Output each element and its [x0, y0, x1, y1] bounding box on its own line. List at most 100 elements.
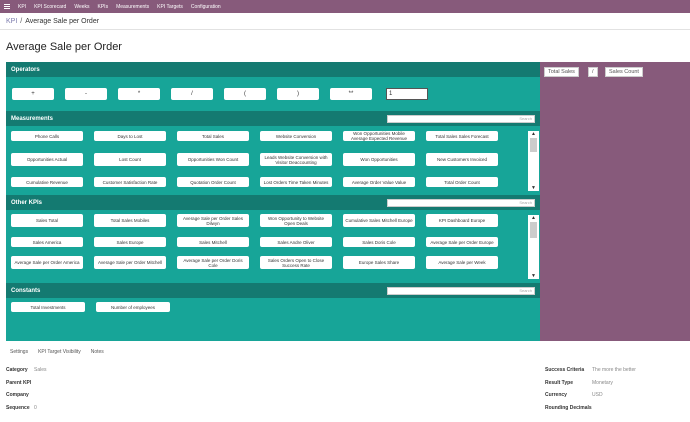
kpi-chip[interactable]: Sales Orders Open to Close Success Rate	[260, 256, 332, 269]
field-value[interactable]: 0	[34, 405, 37, 411]
nav-configuration[interactable]: Configuration	[191, 4, 221, 10]
app-name[interactable]: KPI	[18, 4, 26, 10]
field-parent-kpi: Parent KPI	[6, 380, 31, 386]
breadcrumb: KPI / Average Sale per Order	[0, 13, 690, 30]
measurements-scrollbar[interactable]: ▲ ▼	[528, 131, 539, 191]
measurement-chip[interactable]: Phone Calls	[11, 131, 83, 141]
measurement-chip[interactable]: Days to Lost	[94, 131, 166, 141]
operators-header: Operators	[6, 62, 540, 77]
breadcrumb-current: Average Sale per Order	[25, 17, 100, 25]
measurements-header: Measurements Search	[6, 111, 540, 126]
constant-chip[interactable]: Number of employees	[96, 302, 170, 312]
kpi-chip[interactable]: Sales Europe	[94, 237, 166, 247]
kpi-chip[interactable]: Average Sale per Order Europe	[426, 237, 498, 247]
measurement-chip[interactable]: Average Order Value Value	[343, 177, 415, 187]
kpi-chip[interactable]: Average Sale per Order Mitchell	[94, 256, 166, 269]
kpi-chip[interactable]: Sales Total	[11, 214, 83, 227]
measurement-chip[interactable]: Cumulative Revenue	[11, 177, 83, 187]
field-value[interactable]: Sales	[34, 367, 47, 373]
constants-search-input[interactable]: Search	[387, 286, 535, 295]
field-label: Category	[6, 367, 28, 373]
measurements-label: Measurements	[11, 115, 54, 122]
nav-kpi-scorecard[interactable]: KPI Scorecard	[34, 4, 66, 10]
nav-kpi-targets[interactable]: KPI Targets	[157, 4, 183, 10]
scroll-up-icon[interactable]: ▲	[528, 215, 539, 221]
formula-token-right[interactable]: Sales Count	[605, 67, 643, 77]
measurement-chip[interactable]: Quotation Order Count	[177, 177, 249, 187]
field-category: Category Sales	[6, 367, 47, 373]
scroll-thumb[interactable]	[530, 138, 537, 152]
kpi-chip[interactable]: Won Opportunity to Website Open Deals	[260, 214, 332, 227]
kpi-chip[interactable]: Sales America	[11, 237, 83, 247]
measurement-chip[interactable]: Leads Website Conversion with Visitor De…	[260, 153, 332, 166]
field-label: Company	[6, 392, 29, 398]
number-input[interactable]: 1	[386, 88, 428, 100]
field-label: Parent KPI	[6, 380, 32, 386]
operators-label: Operators	[11, 66, 40, 73]
nav-kpis[interactable]: KPIs	[98, 4, 109, 10]
measurement-chip[interactable]: Customer Satisfaction Rate	[94, 177, 166, 187]
field-label: Result Type	[545, 380, 573, 386]
measurement-chip[interactable]: Total Sales Sales Forecast	[426, 131, 498, 141]
kpi-chip[interactable]: Europe Sales Share	[343, 256, 415, 269]
kpi-chip[interactable]: Average Sale per Order America	[11, 256, 83, 269]
measurements-search-input[interactable]: Search	[387, 114, 535, 123]
tab-settings[interactable]: Settings	[10, 349, 28, 355]
scroll-up-icon[interactable]: ▲	[528, 131, 539, 137]
field-value[interactable]: Monetary	[592, 380, 613, 386]
kpi-chip[interactable]: Average Sale per Order Doris Cole	[177, 256, 249, 269]
operator-plus-button[interactable]: +	[12, 88, 54, 100]
formula-token-operator[interactable]: /	[588, 67, 598, 77]
kpi-chip[interactable]: Sales Doris Cole	[343, 237, 415, 247]
kpi-chip[interactable]: Sales Mitchell	[177, 237, 249, 247]
field-label: Currency	[545, 392, 567, 398]
measurement-chip[interactable]: Won Opportunities	[343, 153, 415, 166]
operators-row: + - * / ( ) ** 1	[6, 77, 540, 111]
measurement-chip[interactable]: Lost Count	[94, 153, 166, 166]
field-value[interactable]: The more the better	[592, 367, 636, 373]
field-label: Sequence	[6, 405, 30, 411]
kpi-chip[interactable]: Average Sale per Week	[426, 256, 498, 269]
measurement-chip[interactable]: Total Order Count	[426, 177, 498, 187]
measurement-chip[interactable]: Opportunities Actual	[11, 153, 83, 166]
constant-chip[interactable]: Total Investments	[11, 302, 85, 312]
kpi-chip[interactable]: Average Sale per Order Sales Dilwyn	[177, 214, 249, 227]
operator-close-paren-button[interactable]: )	[277, 88, 319, 100]
measurement-chip[interactable]: Won Opportunities Mobile Average Expecte…	[343, 131, 415, 141]
tab-kpi-target-visibility[interactable]: KPI Target Visibility	[38, 349, 81, 355]
other-kpis-header: Other KPIs Search	[6, 195, 540, 210]
menu-toggle-icon[interactable]	[4, 4, 10, 9]
breadcrumb-separator: /	[20, 17, 23, 25]
field-label: Rounding Decimals	[545, 405, 592, 411]
field-value[interactable]: USD	[592, 392, 603, 398]
kpi-chip[interactable]: KPI Dashboard Europe	[426, 214, 498, 227]
other-kpis-search-input[interactable]: Search	[387, 198, 535, 207]
operator-minus-button[interactable]: -	[65, 88, 107, 100]
measurement-chip[interactable]: New Customers Invoiced	[426, 153, 498, 166]
constants-grid: Total Investments Number of employees	[6, 298, 540, 328]
operator-multiply-button[interactable]: *	[118, 88, 160, 100]
scroll-thumb[interactable]	[530, 222, 537, 238]
top-navbar: KPI KPI Scorecard Weeks KPIs Measurement…	[0, 0, 690, 13]
scroll-down-icon[interactable]: ▼	[528, 273, 539, 279]
kpi-chip[interactable]: Cumulative Sales Mitchell Europe	[343, 214, 415, 227]
breadcrumb-parent[interactable]: KPI	[6, 18, 17, 25]
measurement-chip[interactable]: Website Conversion	[260, 131, 332, 141]
operator-open-paren-button[interactable]: (	[224, 88, 266, 100]
measurement-chip[interactable]: Total Sales	[177, 131, 249, 141]
tab-notes[interactable]: Notes	[91, 349, 104, 355]
measurement-chip[interactable]: Lost Orders Time Taken Minutes	[260, 177, 332, 187]
other-kpis-scrollbar[interactable]: ▲ ▼	[528, 215, 539, 279]
formula-preview-panel: Total Sales / Sales Count	[540, 62, 690, 341]
formula-token-left[interactable]: Total Sales	[544, 67, 579, 77]
field-rounding-decimals: Rounding Decimals	[545, 405, 592, 411]
kpi-chip[interactable]: Sales Andre Oliver	[260, 237, 332, 247]
kpi-chip[interactable]: Total Sales Mobiles	[94, 214, 166, 227]
operator-power-button[interactable]: **	[330, 88, 372, 100]
scroll-down-icon[interactable]: ▼	[528, 185, 539, 191]
operator-divide-button[interactable]: /	[171, 88, 213, 100]
form-tabs: Settings KPI Target Visibility Notes	[10, 349, 104, 355]
nav-measurements[interactable]: Measurements	[116, 4, 149, 10]
nav-weeks[interactable]: Weeks	[74, 4, 89, 10]
measurement-chip[interactable]: Opportunities Won Count	[177, 153, 249, 166]
